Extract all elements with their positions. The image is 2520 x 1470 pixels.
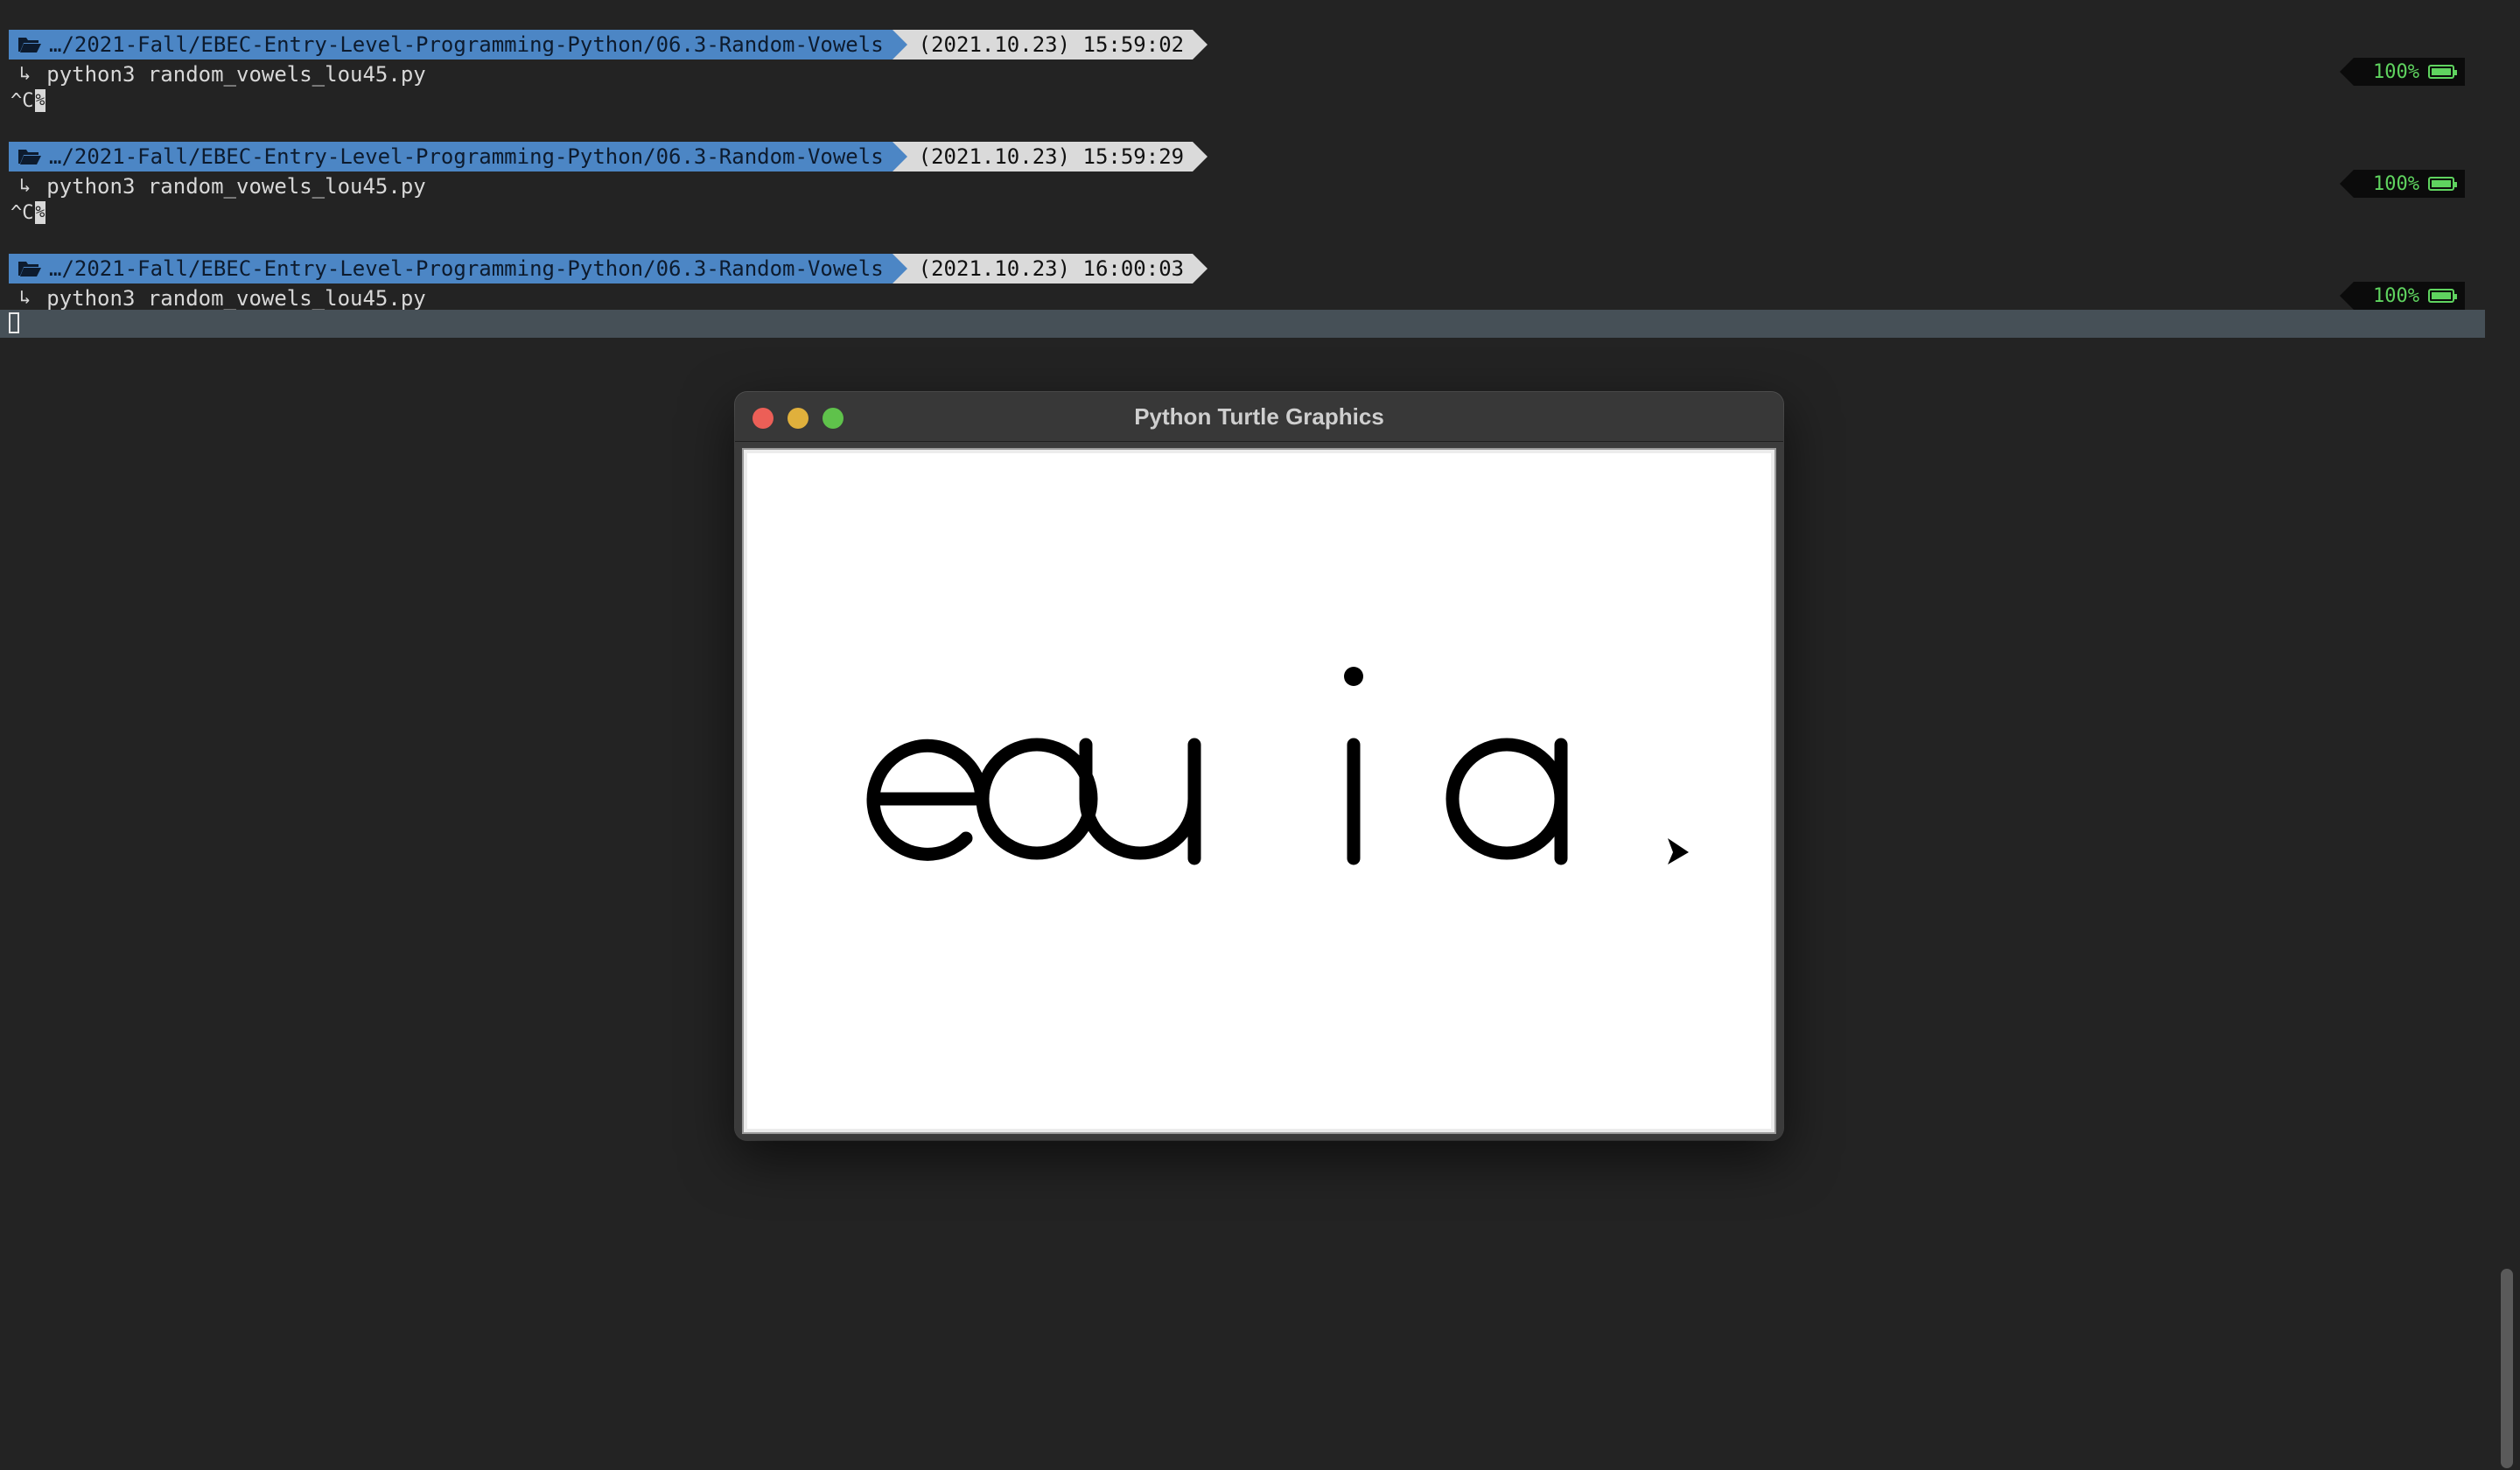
- command-line: ↳ python3 random_vowels_lou45.py: [19, 61, 426, 88]
- letter-a-bowl: [1446, 738, 1568, 860]
- letter-i-dot: [1344, 667, 1363, 686]
- letter-e: [866, 738, 989, 861]
- timestamp: (2021.10.23) 15:59:02: [892, 30, 1208, 60]
- prompt-line: …/2021-Fall/EBEC-Entry-Level-Programming…: [9, 30, 1208, 60]
- folder-open-icon: [18, 262, 41, 276]
- terminal-scrollbar[interactable]: [2501, 1269, 2513, 1468]
- interrupt-cursor: %: [34, 89, 46, 112]
- window-title: Python Turtle Graphics: [1134, 403, 1384, 430]
- battery-icon: [2427, 177, 2457, 191]
- battery-status: 100%: [2340, 170, 2465, 198]
- active-input-line[interactable]: [0, 310, 2485, 338]
- letter-o: [976, 738, 1098, 860]
- turtle-arrow-icon: [1668, 838, 1689, 864]
- battery-icon: [2427, 289, 2457, 303]
- text-cursor: [9, 312, 19, 333]
- interrupt-text: ^C: [10, 89, 34, 112]
- letter-u: [1079, 738, 1201, 865]
- folder-open-icon: [18, 38, 41, 52]
- path-segment: …/2021-Fall/EBEC-Entry-Level-Programming…: [9, 30, 907, 60]
- command-text: python3 random_vowels_lou45.py: [46, 62, 426, 87]
- prompt-line: …/2021-Fall/EBEC-Entry-Level-Programming…: [9, 142, 1208, 172]
- battery-percent: 100%: [2373, 284, 2419, 307]
- path-segment: …/2021-Fall/EBEC-Entry-Level-Programming…: [9, 254, 907, 284]
- turtle-canvas[interactable]: [747, 453, 1771, 1129]
- continuation-arrow-icon: ↳: [19, 175, 32, 197]
- continuation-arrow-icon: ↳: [19, 287, 32, 309]
- battery-status: 100%: [2340, 282, 2465, 310]
- path-text: …/2021-Fall/EBEC-Entry-Level-Programming…: [49, 32, 884, 57]
- command-line: ↳ python3 random_vowels_lou45.py: [19, 285, 426, 312]
- window-titlebar[interactable]: Python Turtle Graphics: [735, 392, 1783, 442]
- command-text: python3 random_vowels_lou45.py: [46, 174, 426, 199]
- timestamp: (2021.10.23) 15:59:29: [892, 142, 1208, 172]
- prompt-line: …/2021-Fall/EBEC-Entry-Level-Programming…: [9, 254, 1208, 284]
- battery-percent: 100%: [2373, 60, 2419, 83]
- interrupt-cursor: %: [34, 201, 46, 224]
- interrupt-line: ^C%: [10, 200, 46, 226]
- continuation-arrow-icon: ↳: [19, 63, 32, 85]
- command-line: ↳ python3 random_vowels_lou45.py: [19, 173, 426, 200]
- command-text: python3 random_vowels_lou45.py: [46, 286, 426, 311]
- timestamp: (2021.10.23) 16:00:03: [892, 254, 1208, 284]
- path-text: …/2021-Fall/EBEC-Entry-Level-Programming…: [49, 144, 884, 169]
- battery-percent: 100%: [2373, 172, 2419, 195]
- turtle-window[interactable]: Python Turtle Graphics: [735, 392, 1783, 1140]
- folder-open-icon: [18, 150, 41, 164]
- interrupt-text: ^C: [10, 201, 34, 224]
- path-segment: …/2021-Fall/EBEC-Entry-Level-Programming…: [9, 142, 907, 172]
- battery-icon: [2427, 65, 2457, 79]
- canvas-frame: [742, 448, 1776, 1134]
- path-text: …/2021-Fall/EBEC-Entry-Level-Programming…: [49, 256, 884, 281]
- battery-status: 100%: [2340, 58, 2465, 86]
- interrupt-line: ^C%: [10, 88, 46, 114]
- turtle-drawing: [866, 667, 1689, 865]
